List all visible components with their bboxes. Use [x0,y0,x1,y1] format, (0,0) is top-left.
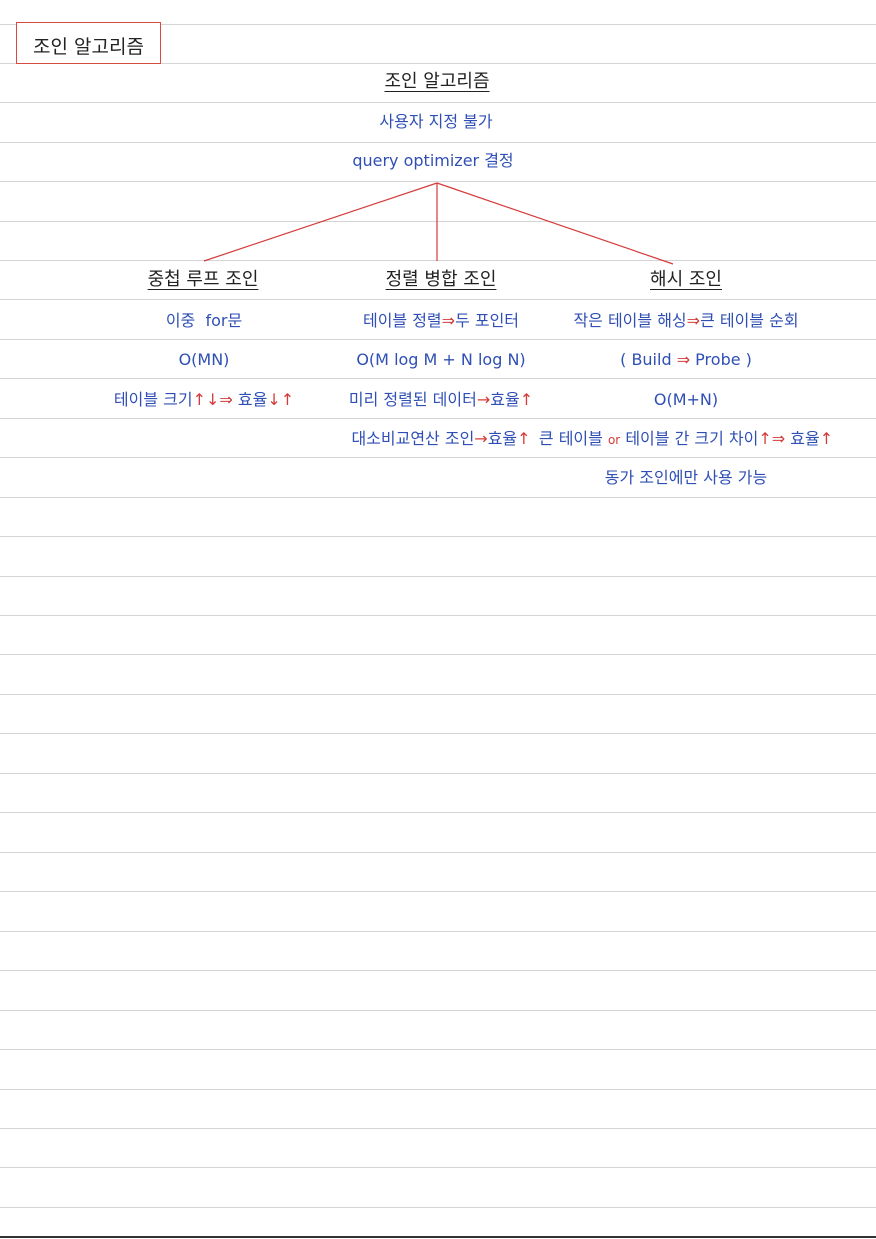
column-line: 테이블 정렬⇒두 포인터 [363,311,519,331]
red-symbol: ↑⇒ [758,429,786,448]
red-symbol: ↑ [519,390,534,409]
note-text: O(M log M + N log N) [356,350,526,369]
column-line: O(M log M + N log N) [356,350,525,370]
note-text: 효율 [487,429,518,448]
note-text: 효율 [785,429,820,448]
connector-left [203,182,438,262]
red-symbol: ⇒ [686,311,701,330]
column-line: 미리 정렬된 데이터→효율↑ [349,390,533,410]
tree-connectors [203,182,674,265]
note-text: 큰 테이블 [538,429,608,448]
note-text: 큰 테이블 순회 [700,311,799,330]
note-text: 미리 정렬된 데이터 [348,390,477,409]
note-text: 동가 조인에만 사용 가능 [604,468,768,487]
column-line: 테이블 크기↑↓⇒ 효율↓↑ [114,390,294,410]
note-text: 이중 for문 [165,311,243,330]
note-text: O(M+N) [653,390,719,409]
heading-sort-merge-join: 정렬 병합 조인 [385,269,497,290]
red-symbol: ⇒ [676,350,691,369]
column-line: 큰 테이블 or 테이블 간 크기 차이↑⇒ 효율↑ [539,429,833,450]
column-line: 작은 테이블 해싱⇒큰 테이블 순회 [573,311,798,331]
note-text: 효율 [232,390,268,409]
heading-hash-join: 해시 조인 [650,269,722,290]
red-symbol: → [474,429,488,448]
column-line: O(M+N) [654,390,718,410]
heading-nested-loop-join: 중첩 루프 조인 [147,269,259,290]
note-text: 효율 [490,390,520,409]
note-text: 대소비교연산 조인 [351,429,475,448]
note-text: 두 포인터 [455,311,520,330]
connector-right [436,182,674,265]
note-text: 테이블 크기 [113,390,193,409]
red-symbol: or [607,433,621,447]
column-line: O(MN) [179,350,230,370]
note-text: 테이블 정렬 [362,311,442,330]
note-text: ( Build [620,350,677,369]
red-symbol: ↑↓⇒ [192,390,233,409]
red-symbol: ↑ [819,429,834,448]
red-symbol: ↑ [517,429,531,448]
note-text: O(MN) [178,350,230,369]
note-text: 작은 테이블 해싱 [573,311,687,330]
note-page: 조인 알고리즘 조인 알고리즘 사용자 지정 불가 query optimize… [0,0,876,1239]
column-line: 동가 조인에만 사용 가능 [605,468,767,488]
red-symbol: → [476,390,491,409]
column-line: ( Build ⇒ Probe ) [620,350,752,370]
note-text: 테이블 간 크기 차이 [620,429,759,448]
red-symbol: ⇒ [441,311,456,330]
column-line: 이중 for문 [166,311,242,331]
red-symbol: ↓↑ [267,390,295,409]
column-line: 대소비교연산 조인→효율↑ [351,429,530,449]
note-text: Probe ) [690,350,752,369]
